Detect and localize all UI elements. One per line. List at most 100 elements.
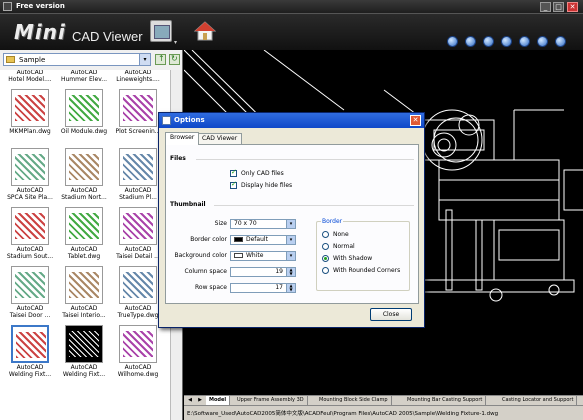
dialog-titlebar[interactable]: Options ✕ (159, 113, 424, 128)
folder-select[interactable]: Sample ▾ (3, 53, 151, 66)
row-space-spin-icon[interactable]: ▲ ▼ (286, 284, 295, 292)
thumbnail-item[interactable]: AutoCAD Stadium Pl... (112, 148, 164, 201)
thumbnail-filename: Stadium Sout... (6, 253, 54, 260)
thumbnail-item[interactable]: AutoCAD Wilhome.dwg (112, 325, 164, 378)
thumbnail-filename: SPCA Site Pla... (7, 194, 53, 201)
row-space-down-icon[interactable]: ▼ (289, 287, 292, 292)
zoom-in-icon[interactable] (447, 36, 458, 47)
thumbnail-item[interactable]: AutoCAD Hotel Model.... (4, 70, 56, 83)
tab-mounting-block[interactable]: Mounting Block Side Clamp (316, 396, 392, 405)
background-color-label: Background color (174, 252, 227, 259)
thumbnail-art (15, 95, 45, 121)
thumbnail-art (123, 213, 153, 239)
border-group: Border None Normal With Shadow With Roun… (316, 218, 410, 291)
tab-prev-icon[interactable]: ◀ (186, 397, 194, 404)
refresh-icon[interactable] (169, 54, 180, 65)
only-cad-checkbox[interactable] (230, 168, 237, 177)
thumbnail-type: AutoCAD (124, 187, 152, 194)
files-divider (196, 159, 414, 160)
column-space-spin-icon[interactable]: ▲ ▼ (286, 268, 295, 276)
thumbnail-filename: Tablet.dwg (67, 253, 101, 260)
thumbnail-filename: Taisei Interio... (62, 312, 106, 319)
close-button[interactable]: Close (370, 308, 412, 321)
border-rounded-radio[interactable] (322, 267, 329, 274)
thumbnail-item[interactable]: AutoCAD Tablet.dwg (58, 207, 110, 260)
zoom-extents-icon[interactable] (483, 36, 494, 47)
folder-up-icon[interactable] (155, 54, 166, 65)
print-icon[interactable] (537, 36, 548, 47)
border-color-dropdown-icon[interactable]: ▾ (286, 236, 295, 244)
thumbnail-item[interactable]: AutoCAD Welding Fixt... (58, 325, 110, 378)
dialog-close-icon[interactable]: ✕ (410, 115, 421, 126)
zoom-out-icon[interactable] (465, 36, 476, 47)
thumbnail-item[interactable]: AutoCAD Stadium Nort... (58, 148, 110, 201)
background-color-select[interactable]: White ▾ (230, 251, 296, 261)
minimize-button[interactable]: _ (540, 2, 551, 12)
display-hide-checkbox[interactable] (230, 180, 237, 189)
tab-model[interactable]: Model (206, 396, 231, 405)
border-shadow-radio[interactable] (322, 255, 329, 262)
size-select[interactable]: 70 x 70 ▾ (230, 219, 296, 229)
thumbnail-art (69, 331, 99, 357)
thumbnail-filename: Taisei Detail ... (116, 253, 160, 260)
thumbnail-item[interactable]: Oil Module.dwg (58, 89, 110, 135)
thumbnail-image (65, 266, 103, 304)
only-cad-label: Only CAD files (241, 170, 284, 177)
thumbnail-art (69, 213, 99, 239)
thumbnail-item[interactable]: AutoCAD Lineweights.... (112, 70, 164, 83)
thumbnail-item[interactable]: Plot Screenin... (112, 89, 164, 135)
maximize-button[interactable]: □ (553, 2, 564, 12)
thumbnail-item[interactable]: AutoCAD Taisei Detail ... (112, 207, 164, 260)
border-color-value: Default (246, 236, 268, 243)
thumbnail-filename: Welding Fixt... (62, 371, 106, 378)
thumbnail-type: AutoCAD (124, 305, 152, 312)
thumbnail-item[interactable]: AutoCAD TrueType.dwg (112, 266, 164, 319)
background-color-value: White (246, 252, 264, 259)
tab-next-icon[interactable]: ▶ (196, 397, 204, 404)
close-window-button[interactable]: ✕ (567, 2, 578, 12)
home-icon[interactable] (193, 20, 217, 42)
pan-icon[interactable] (519, 36, 530, 47)
thumbnail-filename: TrueType.dwg (117, 312, 159, 319)
thumbnail-filename: Plot Screenin... (115, 128, 161, 135)
thumbnail-item[interactable]: AutoCAD Taisei Door ... (4, 266, 56, 319)
size-dropdown-icon[interactable]: ▾ (286, 220, 295, 228)
thumbnail-item[interactable]: AutoCAD Hummer Elev... (58, 70, 110, 83)
border-none-label: None (333, 231, 349, 238)
display-hide-label: Display hide files (241, 182, 293, 189)
tab-browser[interactable]: Browser (165, 132, 200, 145)
tab-casting-locator[interactable]: Casting Locator and Support (499, 396, 578, 405)
file-path: E:\Software_Used\AutoCAD2005简体中文版\ACADFe… (187, 411, 499, 417)
thumbnail-item[interactable]: MKMPlan.dwg (4, 89, 56, 135)
thumbnail-type: AutoCAD (70, 187, 98, 194)
thumbnail-filename: Wilhome.dwg (117, 371, 159, 378)
thumbnail-type: AutoCAD (70, 305, 98, 312)
thumbnail-image (119, 325, 157, 363)
border-color-select[interactable]: Default ▾ (230, 235, 296, 245)
folder-dropdown-icon[interactable]: ▾ (139, 54, 150, 65)
thumbnail-item[interactable]: AutoCAD Taisei Interio... (58, 266, 110, 319)
settings-icon[interactable] (555, 36, 566, 47)
border-normal-label: Normal (333, 243, 355, 250)
folder-icon (6, 56, 15, 63)
thumbnail-item[interactable]: AutoCAD Stadium Sout... (4, 207, 56, 260)
zoom-window-icon[interactable] (501, 36, 512, 47)
border-none-radio[interactable] (322, 231, 329, 238)
thumbnail-type: AutoCAD (16, 305, 44, 312)
background-color-dropdown-icon[interactable]: ▾ (286, 252, 295, 260)
thumbnail-type: AutoCAD (70, 364, 98, 371)
column-space-down-icon[interactable]: ▼ (289, 271, 292, 276)
tab-mounting-bar[interactable]: Mounting Bar Casting Support (404, 396, 487, 405)
thumbnail-image (11, 207, 49, 245)
open-file-icon[interactable] (150, 20, 172, 42)
tab-upper-frame[interactable]: Upper Frame Assembly 3D (234, 396, 308, 405)
app-icon (3, 2, 12, 11)
tab-cad-viewer[interactable]: CAD Viewer (197, 133, 243, 144)
thumbnail-item[interactable]: AutoCAD Welding Fixt... (4, 325, 56, 378)
column-space-spinner[interactable]: 19 ▲ ▼ (230, 267, 296, 277)
thumbnail-item[interactable]: AutoCAD SPCA Site Pla... (4, 148, 56, 201)
row-space-spinner[interactable]: 17 ▲ ▼ (230, 283, 296, 293)
open-dropdown-icon[interactable]: ▾ (174, 39, 177, 46)
thumbnail-image (119, 266, 157, 304)
border-normal-radio[interactable] (322, 243, 329, 250)
